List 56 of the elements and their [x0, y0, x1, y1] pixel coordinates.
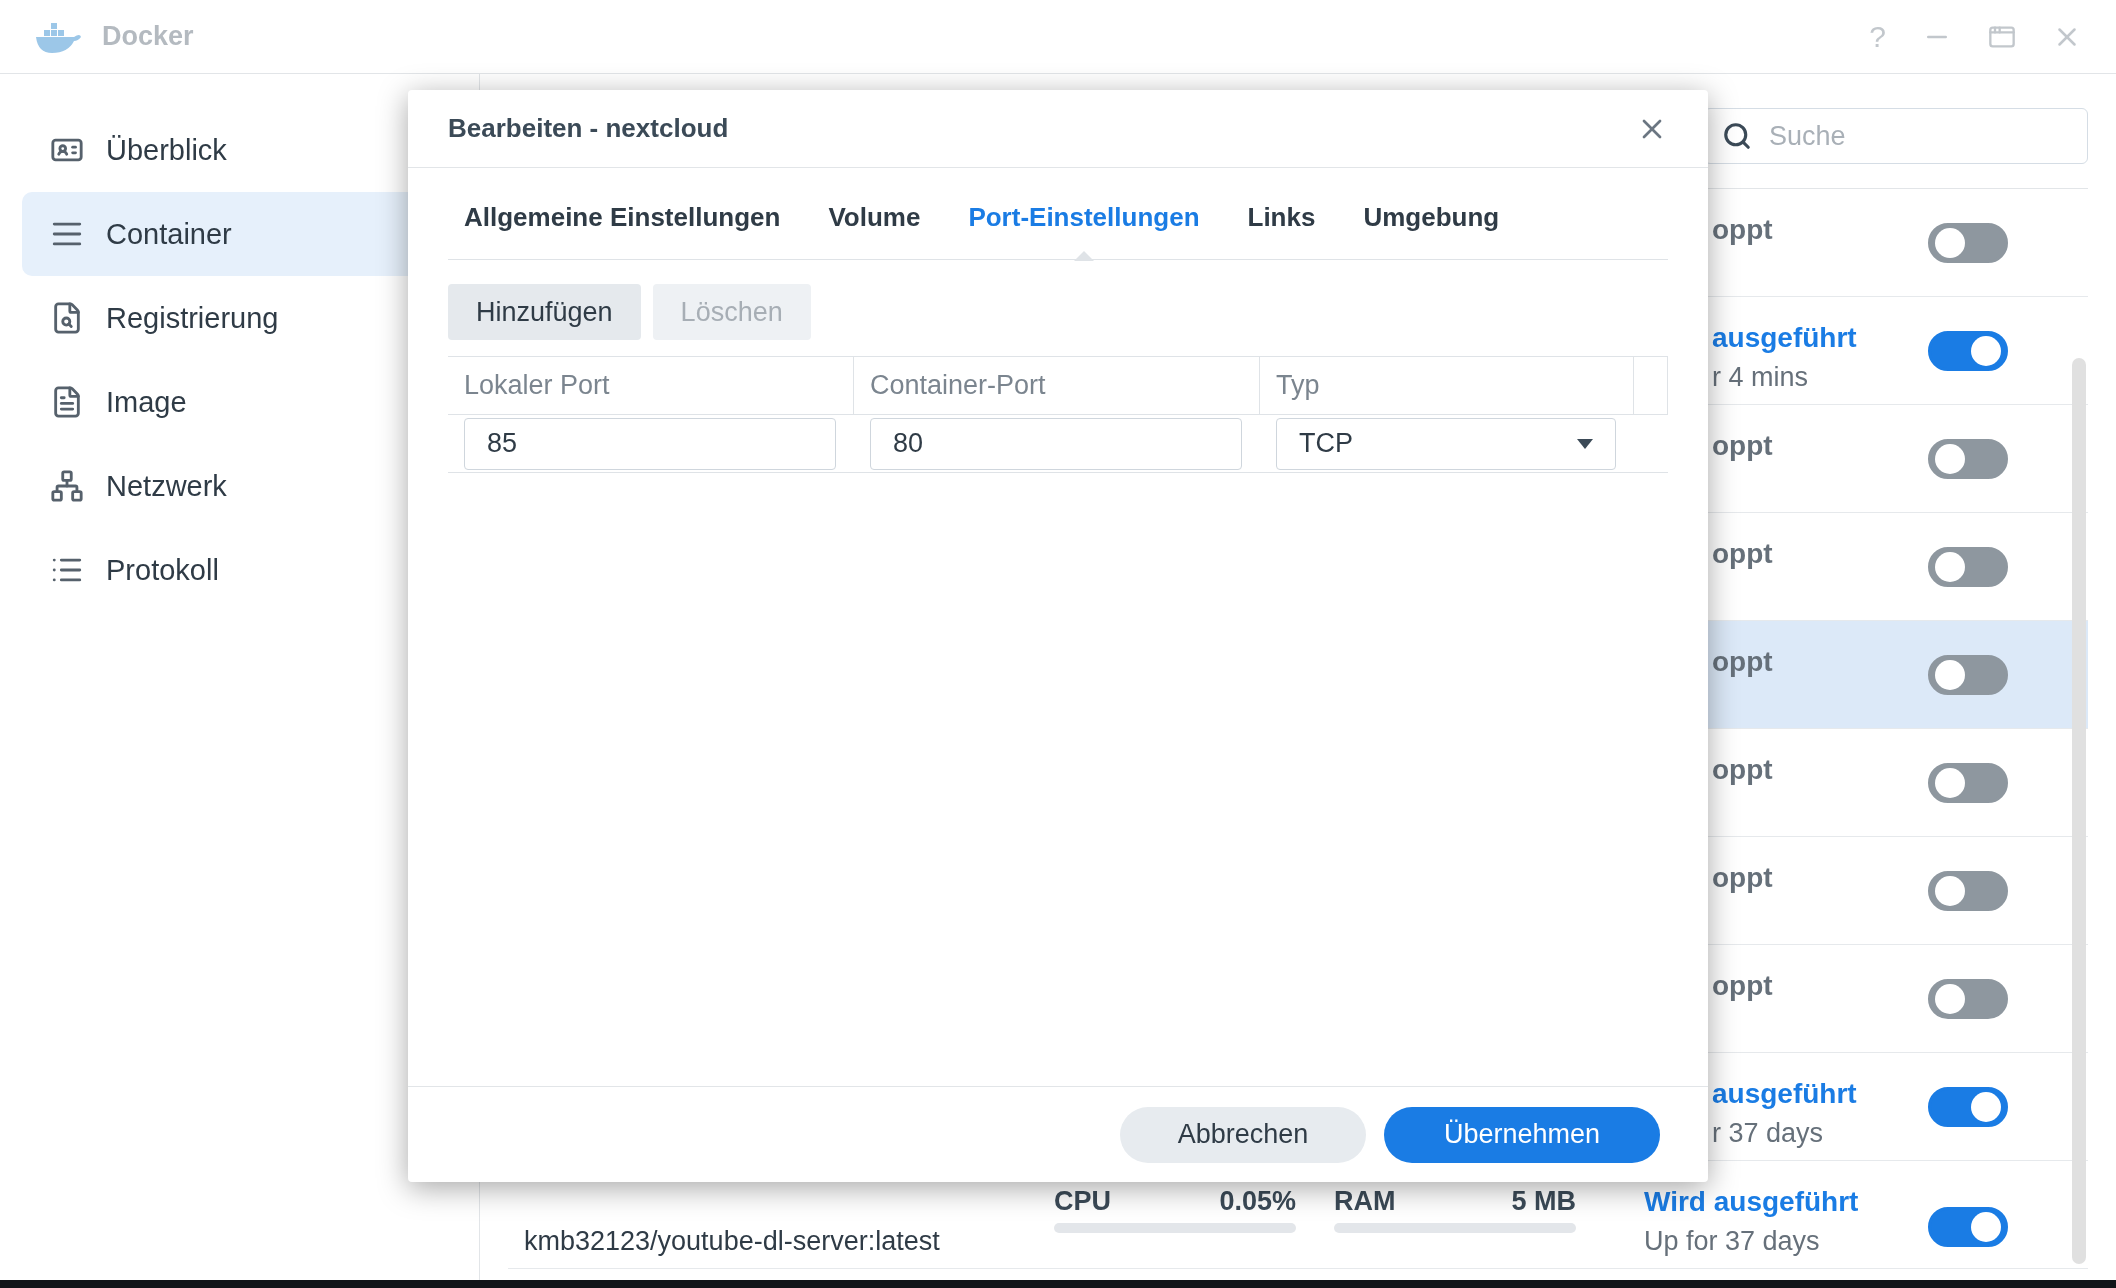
toggle-switch[interactable]: [1928, 870, 2008, 911]
tab[interactable]: Port-Einstellungen: [968, 192, 1200, 260]
status-cell[interactable]: oppt: [1644, 945, 2088, 1052]
status-text: Wird ausgeführt: [1644, 1185, 1860, 1219]
meter-label: CPU: [1054, 1185, 1111, 1218]
local-port-field[interactable]: 85: [464, 417, 836, 470]
cancel-button[interactable]: Abbrechen: [1120, 1106, 1366, 1163]
window-title: Docker: [102, 20, 194, 53]
status-text: oppt: [1712, 969, 1774, 1003]
toggle-switch[interactable]: [1928, 762, 2008, 803]
column-header: Lokaler Port: [448, 357, 854, 414]
status-text: ausgeführt: [1712, 1077, 1858, 1111]
sidebar-item[interactable]: Protokoll: [22, 528, 479, 612]
image-name: kmb32123/youtube-dl-server:latest: [524, 1225, 941, 1258]
scrollbar[interactable]: [2072, 358, 2086, 1264]
toggle-switch[interactable]: [1928, 438, 2008, 479]
column-header: Typ: [1260, 357, 1634, 414]
uptime-text: r 4 mins: [1712, 360, 1810, 393]
status-cell[interactable]: oppt: [1644, 837, 2088, 944]
status-text: oppt: [1712, 753, 1774, 787]
uptime-text: r 37 days: [1712, 1116, 1825, 1149]
uptime-text: Up for 37 days: [1644, 1224, 1821, 1257]
toggle-switch[interactable]: [1928, 978, 2008, 1019]
toggle-switch[interactable]: [1928, 222, 2008, 263]
tab[interactable]: Umgebung: [1363, 192, 1500, 260]
apply-button[interactable]: Übernehmen: [1384, 1106, 1660, 1163]
status-cell[interactable]: oppt: [1644, 729, 2088, 836]
status-cell[interactable]: oppt: [1644, 405, 2088, 512]
toggle-switch[interactable]: [1928, 1086, 2008, 1127]
status-cell[interactable]: ausgeführt r 4 mins: [1644, 297, 2088, 404]
tab[interactable]: Links: [1247, 192, 1316, 260]
toggle-switch[interactable]: [1928, 1206, 2008, 1247]
status-text: oppt: [1712, 213, 1774, 247]
tab[interactable]: Volume: [828, 192, 921, 260]
caret-icon: [1577, 438, 1593, 449]
toggle-switch[interactable]: [1928, 546, 2008, 587]
column-header: Container-Port: [854, 357, 1260, 414]
meter-value: 0.05%: [1219, 1185, 1296, 1218]
toggle-switch[interactable]: [1928, 654, 2008, 695]
search-icon: [1722, 121, 1752, 151]
container-port-field[interactable]: 80: [870, 417, 1242, 470]
status-cell[interactable]: oppt: [1644, 513, 2088, 620]
type-dropdown[interactable]: TCP: [1276, 417, 1616, 470]
status-cell[interactable]: Wird ausgeführt Up for 37 days: [1644, 1185, 2088, 1268]
status-text: ausgeführt: [1712, 321, 1858, 355]
network-icon: [50, 469, 84, 503]
add-button[interactable]: Hinzufügen: [448, 284, 641, 340]
status-text: oppt: [1712, 645, 1774, 679]
toggle-switch[interactable]: [1928, 330, 2008, 371]
status-text: oppt: [1712, 861, 1774, 895]
status-text: oppt: [1712, 537, 1774, 571]
status-text: oppt: [1712, 429, 1774, 463]
meter-value: 5 MB: [1511, 1185, 1576, 1218]
meter-label: RAM: [1334, 1185, 1396, 1218]
status-cell[interactable]: oppt: [1644, 189, 2088, 296]
dialog-title: Bearbeiten - nextcloud: [448, 112, 729, 145]
